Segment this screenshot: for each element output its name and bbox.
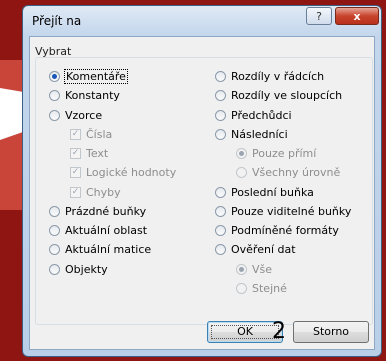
radio-data-validation[interactable]: Ověření dat bbox=[215, 242, 296, 256]
radio-icon bbox=[215, 224, 226, 236]
radio-validation-all[interactable]: Vše bbox=[236, 262, 272, 276]
go-to-special-dialog: Přejít na ? x Vybrat Komentáře Konstanty… bbox=[22, 5, 382, 357]
radio-direct-only[interactable]: Pouze přímí bbox=[236, 146, 316, 160]
radio-conditional-formats[interactable]: Podmíněné formáty bbox=[215, 223, 339, 237]
radio-validation-same[interactable]: Stejné bbox=[236, 281, 287, 295]
radio-icon bbox=[215, 186, 226, 198]
radio-icon bbox=[236, 282, 247, 294]
radio-label: Podmíněné formáty bbox=[231, 223, 339, 237]
radio-icon bbox=[215, 205, 226, 217]
radio-label: Konstanty bbox=[65, 88, 120, 102]
close-button[interactable]: x bbox=[335, 7, 379, 25]
radio-icon bbox=[215, 89, 226, 101]
radio-precedents[interactable]: Předchůdci bbox=[215, 108, 292, 122]
radio-label: Všechny úrovně bbox=[252, 165, 341, 179]
cancel-button[interactable]: Storno bbox=[293, 321, 369, 343]
radio-icon bbox=[236, 166, 247, 178]
radio-icon bbox=[49, 263, 60, 275]
radio-label: Poslední buňka bbox=[231, 185, 314, 199]
help-button[interactable]: ? bbox=[306, 7, 332, 25]
radio-column-differences[interactable]: Rozdíly ve sloupcích bbox=[215, 88, 342, 102]
radio-objects[interactable]: Objekty bbox=[49, 262, 108, 276]
radio-label: Stejné bbox=[252, 281, 287, 295]
radio-label: Vše bbox=[252, 262, 273, 276]
radio-label: Pouze viditelné buňky bbox=[231, 204, 352, 218]
radio-label: Ověření dat bbox=[231, 242, 296, 256]
radio-icon bbox=[49, 89, 60, 101]
check-label: Čísla bbox=[86, 127, 113, 141]
checkmark-icon: ✓ bbox=[70, 186, 81, 198]
check-label: Text bbox=[86, 146, 109, 160]
title-bar: Přejít na ? x bbox=[23, 6, 381, 34]
radio-label: Pouze přímí bbox=[252, 146, 317, 160]
radio-constants[interactable]: Konstanty bbox=[49, 88, 120, 102]
checkmark-icon: ✓ bbox=[70, 166, 81, 178]
radio-label: Aktuální matice bbox=[65, 242, 152, 256]
radio-icon bbox=[215, 70, 226, 82]
cancel-button-label: Storno bbox=[312, 325, 350, 338]
checkmark-icon: ✓ bbox=[70, 128, 81, 140]
radio-formulas[interactable]: Vzorce bbox=[49, 108, 102, 122]
radio-row-differences[interactable]: Rozdíly v řádcích bbox=[215, 69, 324, 83]
check-text[interactable]: ✓ Text bbox=[70, 146, 108, 160]
radio-icon bbox=[49, 109, 60, 121]
radio-label: Aktuální oblast bbox=[65, 223, 148, 237]
dialog-body: Vybrat Komentáře Konstanty Vzorce ✓ Čísl… bbox=[29, 36, 375, 350]
radio-visible-cells[interactable]: Pouze viditelné buňky bbox=[215, 204, 351, 218]
radio-selected-icon bbox=[236, 263, 247, 275]
radio-blanks[interactable]: Prázdné buňky bbox=[49, 204, 146, 218]
radio-label: Vzorce bbox=[65, 108, 103, 122]
check-label: Chyby bbox=[86, 185, 121, 199]
radio-last-cell[interactable]: Poslední buňka bbox=[215, 185, 314, 199]
radio-label: Rozdíly v řádcích bbox=[231, 69, 325, 83]
radio-label: Předchůdci bbox=[231, 108, 292, 122]
check-numbers[interactable]: ✓ Čísla bbox=[70, 127, 112, 141]
radio-label: Objekty bbox=[65, 262, 108, 276]
radio-current-region[interactable]: Aktuální oblast bbox=[49, 223, 147, 237]
check-label: Logické hodnoty bbox=[86, 165, 177, 179]
radio-comments[interactable]: Komentáře bbox=[49, 68, 128, 84]
radio-label: Prázdné buňky bbox=[65, 204, 147, 218]
radio-icon bbox=[215, 109, 226, 121]
dialog-title: Přejít na bbox=[32, 14, 82, 28]
radio-current-array[interactable]: Aktuální matice bbox=[49, 242, 151, 256]
ok-button-label: OK bbox=[237, 325, 253, 338]
radio-icon bbox=[49, 224, 60, 236]
radio-icon bbox=[215, 243, 226, 255]
radio-label: Následníci bbox=[231, 127, 288, 141]
radio-label: Rozdíly ve sloupcích bbox=[231, 88, 343, 102]
radio-icon bbox=[49, 205, 60, 217]
radio-selected-icon bbox=[49, 70, 60, 82]
radio-dependents[interactable]: Následníci bbox=[215, 127, 288, 141]
radio-icon bbox=[215, 128, 226, 140]
check-errors[interactable]: ✓ Chyby bbox=[70, 185, 121, 199]
checkmark-icon: ✓ bbox=[70, 147, 81, 159]
radio-selected-icon bbox=[236, 147, 247, 159]
step-number: 2 bbox=[272, 319, 286, 344]
radio-all-levels[interactable]: Všechny úrovně bbox=[236, 165, 340, 179]
check-logical[interactable]: ✓ Logické hodnoty bbox=[70, 165, 176, 179]
radio-icon bbox=[49, 243, 60, 255]
radio-label: Komentáře bbox=[64, 68, 128, 84]
